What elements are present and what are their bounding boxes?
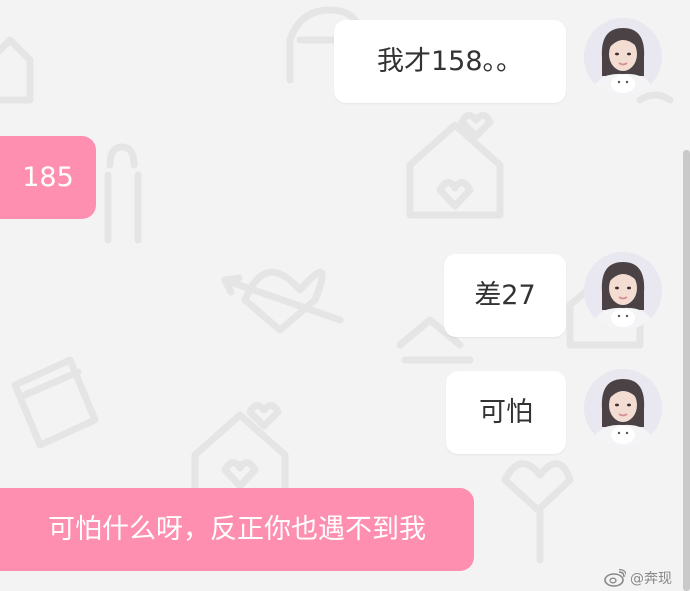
chat-area: 我才158。。 185 差27 可怕 可怕什么呀，反正你也遇不到我 @奔现 [0,0,690,591]
message-bubble-incoming[interactable]: 可怕什么呀，反正你也遇不到我 [0,488,474,571]
avatar-icon[interactable] [584,18,662,96]
message-bubble-outgoing[interactable]: 可怕 [446,371,566,454]
message-bubble-outgoing[interactable]: 我才158。。 [334,20,566,103]
watermark: @奔现 [604,568,672,588]
message-text: 可怕 [479,397,533,428]
message-text: 我才158。。 [376,46,524,77]
message-bubble-incoming[interactable]: 185 [0,136,96,219]
message-text: 185 [22,162,74,193]
message-bubble-outgoing[interactable]: 差27 [444,254,566,337]
watermark-text: @奔现 [630,571,672,587]
avatar-icon[interactable] [584,252,662,330]
avatar-icon[interactable] [584,369,662,447]
scrollbar[interactable] [683,150,690,591]
weibo-icon [604,569,626,587]
message-text: 差27 [474,280,536,311]
message-text: 可怕什么呀，反正你也遇不到我 [48,514,426,545]
